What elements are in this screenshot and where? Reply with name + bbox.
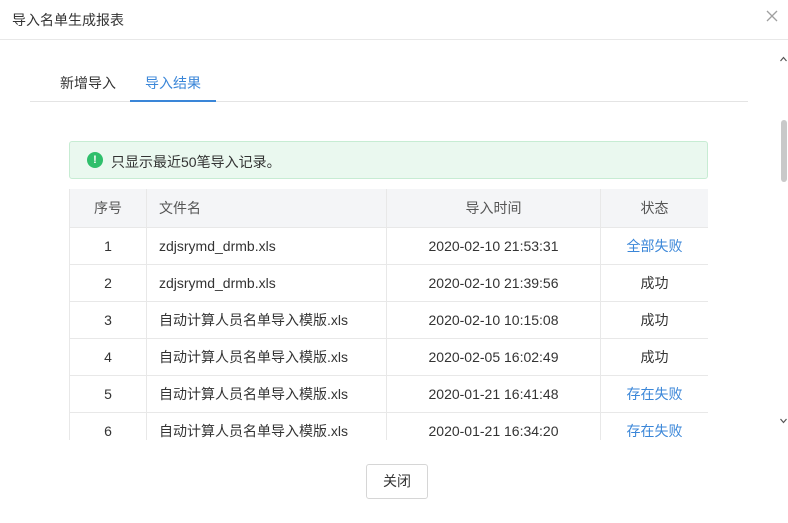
import-result-dialog: 导入名单生成报表 新增导入 导入结果 ! 只显示最近50笔导入记录。 序号 文件… — [0, 0, 788, 523]
row-index: 3 — [69, 301, 147, 339]
table-row: 4 自动计算人员名单导入模版.xls 2020-02-05 16:02:49 成功 — [69, 338, 708, 376]
info-icon: ! — [87, 152, 103, 168]
row-status-link[interactable]: 存在失败 — [600, 375, 708, 413]
table-row: 3 自动计算人员名单导入模版.xls 2020-02-10 10:15:08 成功 — [69, 301, 708, 339]
row-index: 2 — [69, 264, 147, 302]
row-index: 6 — [69, 412, 147, 440]
row-import-time: 2020-02-10 10:15:08 — [386, 301, 601, 339]
row-import-time: 2020-02-10 21:53:31 — [386, 227, 601, 265]
row-filename: zdjsrymd_drmb.xls — [146, 227, 387, 265]
table-row: 5 自动计算人员名单导入模版.xls 2020-01-21 16:41:48 存在失败 — [69, 375, 708, 413]
column-header-time: 导入时间 — [386, 189, 601, 228]
row-filename: 自动计算人员名单导入模版.xls — [146, 412, 387, 440]
table-row: 6 自动计算人员名单导入模版.xls 2020-01-21 16:34:20 存在失败 — [69, 412, 708, 440]
scroll-up-arrow-icon[interactable] — [779, 54, 788, 64]
notice-text: 只显示最近50笔导入记录。 — [111, 154, 281, 170]
row-index: 5 — [69, 375, 147, 413]
row-import-time: 2020-01-21 16:34:20 — [386, 412, 601, 440]
close-icon[interactable] — [764, 8, 780, 24]
row-filename: 自动计算人员名单导入模版.xls — [146, 375, 387, 413]
scroll-down-arrow-icon[interactable] — [779, 416, 788, 426]
column-header-filename: 文件名 — [146, 189, 387, 228]
row-index: 4 — [69, 338, 147, 376]
row-import-time: 2020-02-10 21:39:56 — [386, 264, 601, 302]
table-row: 1 zdjsrymd_drmb.xls 2020-02-10 21:53:31 全部失… — [69, 227, 708, 265]
dialog-title: 导入名单生成报表 — [12, 12, 124, 28]
row-filename: 自动计算人员名单导入模版.xls — [146, 301, 387, 339]
tab-new-import[interactable]: 新增导入 — [45, 62, 131, 102]
row-status: 成功 — [600, 301, 708, 339]
row-status: 成功 — [600, 264, 708, 302]
dialog-header: 导入名单生成报表 — [0, 0, 788, 40]
column-header-status: 状态 — [600, 189, 708, 228]
row-import-time: 2020-02-05 16:02:49 — [386, 338, 601, 376]
column-header-index: 序号 — [69, 189, 147, 228]
row-status-link[interactable]: 全部失败 — [600, 227, 708, 265]
tab-bar: 新增导入 导入结果 — [30, 62, 748, 102]
close-button[interactable]: 关闭 — [366, 464, 428, 499]
vertical-scrollbar[interactable] — [779, 54, 788, 428]
row-status: 成功 — [600, 338, 708, 376]
scrollbar-thumb[interactable] — [781, 120, 787, 182]
table-header-row: 序号 文件名 导入时间 状态 — [69, 189, 708, 228]
table-row: 2 zdjsrymd_drmb.xls 2020-02-10 21:39:56 成功 — [69, 264, 708, 302]
row-index: 1 — [69, 227, 147, 265]
import-records-table: 序号 文件名 导入时间 状态 1 zdjsrymd_drmb.xls 2020-02… — [69, 189, 708, 440]
row-status-link[interactable]: 存在失败 — [600, 412, 708, 440]
tab-import-result[interactable]: 导入结果 — [130, 62, 216, 102]
notice-banner: ! 只显示最近50笔导入记录。 — [69, 141, 708, 179]
row-import-time: 2020-01-21 16:41:48 — [386, 375, 601, 413]
row-filename: 自动计算人员名单导入模版.xls — [146, 338, 387, 376]
row-filename: zdjsrymd_drmb.xls — [146, 264, 387, 302]
